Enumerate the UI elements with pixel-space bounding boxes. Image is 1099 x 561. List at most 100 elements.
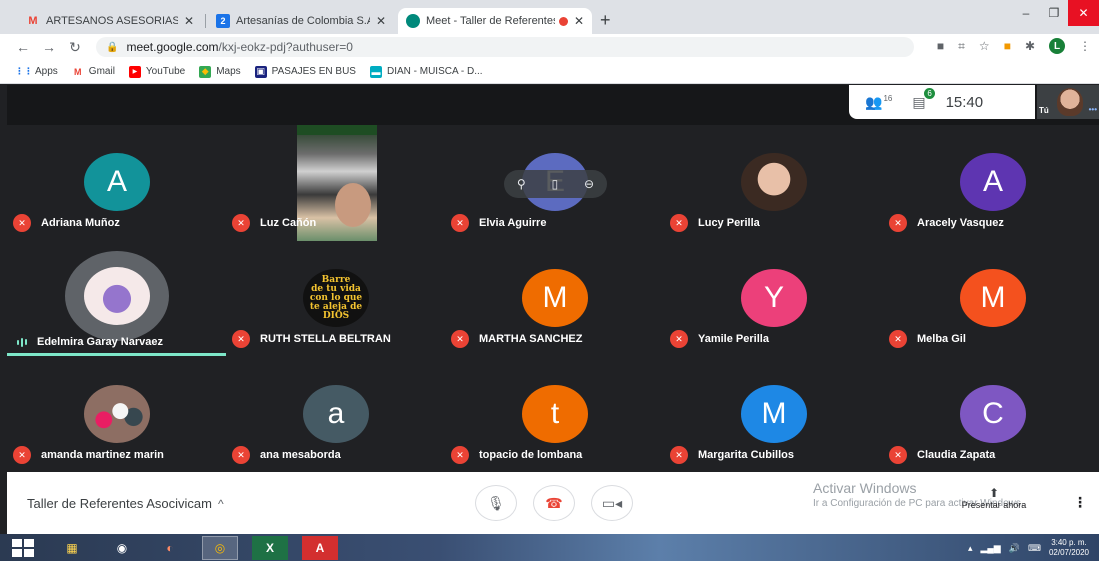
participant-tile[interactable]: ✕ amanda martinez marin xyxy=(7,357,226,472)
more-icon[interactable]: ••• xyxy=(1089,105,1097,114)
participant-name: Melba Gil xyxy=(917,333,966,345)
tab-meet[interactable]: Meet - Taller de Referentes A ✕ xyxy=(398,8,592,34)
system-clock[interactable]: 3:40 p. m. 02/07/2020 xyxy=(1049,538,1089,558)
participant-tile[interactable]: M ✕ MARTHA SANCHEZ xyxy=(445,241,664,356)
participant-tile[interactable]: t ✕ topacio de lombana xyxy=(445,357,664,472)
participant-tile[interactable]: A ✕ Adriana Muñoz xyxy=(7,125,226,240)
participant-tile[interactable]: A ✕ Aracely Vasquez xyxy=(883,125,1099,240)
meeting-info-panel: 👥 16 ▤ 6 15:40 xyxy=(849,85,1035,119)
url-path: /kxj-eokz-pdj?authuser=0 xyxy=(218,40,353,54)
maximize-button[interactable]: ❐ xyxy=(1040,0,1068,26)
participant-name: Edelmira Garay Narvaez xyxy=(37,336,163,348)
participant-name: Elvia Aguirre xyxy=(479,217,547,229)
mic-off-icon: ✕ xyxy=(670,330,688,348)
chat-button[interactable]: ▤ 6 xyxy=(912,87,935,111)
participant-tile[interactable]: ✕ Luz Cañón xyxy=(226,125,445,241)
bookmark-apps[interactable]: ⋮⋮ Apps xyxy=(15,66,58,78)
media-player-icon[interactable]: ◉ xyxy=(104,536,140,560)
mic-off-icon: ✕ xyxy=(889,446,907,464)
avatar-text-line: DIOS xyxy=(322,310,350,321)
participant-name: Adriana Muñoz xyxy=(41,217,120,229)
participant-name: Yamile Perilla xyxy=(698,333,769,345)
participant-name: Luz Cañón xyxy=(260,217,317,229)
forward-icon[interactable]: → xyxy=(36,39,62,55)
bookmark-dian[interactable]: ▬ DIAN - MUISCA - D... xyxy=(369,65,483,78)
bookmark-youtube[interactable]: ▶ YouTube xyxy=(128,65,185,78)
tab-title: Artesanías de Colombia S.A. - Ca xyxy=(236,15,370,27)
extension-orange-icon[interactable]: ■ xyxy=(1004,39,1011,53)
participant-tile[interactable]: Barre de tu vida con lo que te aleja de … xyxy=(226,241,445,356)
participants-button[interactable]: 👥 16 xyxy=(865,94,892,111)
participant-tile[interactable]: a ✕ ana mesaborda xyxy=(226,357,445,472)
microphone-button[interactable]: 🎙 xyxy=(475,485,517,521)
participant-avatar: C xyxy=(960,385,1026,443)
participant-tile-speaking[interactable]: Edelmira Garay Narvaez xyxy=(7,241,226,356)
reload-icon[interactable]: ↻ xyxy=(62,39,88,56)
tray-expand-icon[interactable]: ▴ xyxy=(968,543,973,554)
chrome-icon[interactable]: ◎ xyxy=(202,536,238,560)
dian-icon: ▬ xyxy=(369,65,382,78)
camera-icon[interactable]: ■ xyxy=(937,39,944,53)
translate-icon[interactable]: ⌗ xyxy=(958,39,965,54)
participant-avatar: a xyxy=(303,385,369,443)
file-explorer-icon[interactable]: ▦ xyxy=(54,536,90,560)
language-icon[interactable]: ⌨ xyxy=(1028,543,1041,554)
acrobat-icon[interactable]: A xyxy=(302,536,338,560)
profile-avatar[interactable]: L xyxy=(1049,38,1065,54)
tab-title: ARTESANOS ASESORIAS PUNTUA xyxy=(46,15,178,27)
participant-tile[interactable]: M ✕ Margarita Cubillos xyxy=(664,357,883,472)
participant-name: Aracely Vasquez xyxy=(917,217,1004,229)
mic-off-icon: ✕ xyxy=(232,330,250,348)
present-now-button[interactable]: ⬆ Presentar ahora xyxy=(954,486,1034,510)
signal-icon[interactable]: ▂▄▆ xyxy=(981,543,1001,554)
meet-icon xyxy=(406,14,420,28)
participants-count: 16 xyxy=(883,93,893,103)
windows-start-icon[interactable] xyxy=(12,539,36,557)
close-icon[interactable]: ✕ xyxy=(376,14,386,28)
puzzle-icon[interactable]: ✱ xyxy=(1025,39,1035,53)
self-view-tile[interactable]: Tú ••• xyxy=(1037,85,1099,119)
participant-avatar-photo xyxy=(84,267,150,325)
participant-tile[interactable]: Y ✕ Yamile Perilla xyxy=(664,241,883,356)
end-call-button[interactable]: ☎ xyxy=(533,485,575,521)
calendar-icon: 2 xyxy=(216,14,230,28)
bookmark-label: PASAJES EN BUS xyxy=(271,66,356,77)
camera-button[interactable]: ▭◂ xyxy=(591,485,633,521)
participant-tile[interactable]: M ✕ Melba Gil xyxy=(883,241,1099,356)
participant-avatar-photo xyxy=(741,153,807,211)
participant-avatar: A xyxy=(84,153,150,211)
call-controls-bar: Taller de Referentes Asocivicam ^ 🎙 ☎ ▭◂ … xyxy=(7,472,1099,534)
bookmark-pasajes[interactable]: ▣ PASAJES EN BUS xyxy=(254,65,356,78)
meeting-title: Taller de Referentes Asocivicam xyxy=(27,496,212,511)
excel-icon[interactable]: X xyxy=(252,536,288,560)
participant-name: Lucy Perilla xyxy=(698,217,760,229)
gmail-icon: M xyxy=(28,15,38,27)
remove-icon[interactable]: ⊖ xyxy=(584,177,594,191)
star-icon[interactable]: ☆ xyxy=(979,39,990,53)
participant-tile[interactable]: C ✕ Claudia Zapata xyxy=(883,357,1099,472)
volume-icon[interactable]: 🔊 xyxy=(1009,543,1020,554)
new-tab-button[interactable]: + xyxy=(600,11,611,29)
tab-artesanias[interactable]: 2 Artesanías de Colombia S.A. - Ca ✕ xyxy=(208,8,394,34)
close-icon[interactable]: ✕ xyxy=(184,14,194,28)
menu-icon[interactable]: ⋮ xyxy=(1079,39,1091,53)
bookmark-maps[interactable]: ◆ Maps xyxy=(199,65,241,78)
pin-icon[interactable]: ⚲ xyxy=(517,177,526,191)
address-bar[interactable]: 🔒 meet.google.com/kxj-eokz-pdj?authuser=… xyxy=(96,37,914,57)
back-icon[interactable]: ← xyxy=(10,39,36,55)
close-icon[interactable]: ✕ xyxy=(574,14,584,28)
lock-icon: 🔒 xyxy=(106,41,119,53)
bookmark-label: Maps xyxy=(216,66,241,77)
mute-participant-icon[interactable]: ▯ xyxy=(552,177,559,191)
more-options-icon[interactable]: ⋮ xyxy=(1073,494,1087,511)
mic-off-icon: ✕ xyxy=(670,214,688,232)
tab-gmail[interactable]: M ARTESANOS ASESORIAS PUNTUA ✕ xyxy=(18,8,202,34)
minimize-button[interactable]: – xyxy=(1012,0,1040,26)
bookmark-gmail[interactable]: M Gmail xyxy=(72,66,115,78)
firefox-icon[interactable]: ◐ xyxy=(152,536,188,560)
meeting-details-button[interactable]: Taller de Referentes Asocivicam ^ xyxy=(27,496,224,511)
chat-count-badge: 6 xyxy=(924,87,935,99)
window-close-button[interactable]: ✕ xyxy=(1068,0,1099,26)
participant-name: Margarita Cubillos xyxy=(698,449,794,461)
participant-tile[interactable]: ✕ Lucy Perilla xyxy=(664,125,883,240)
